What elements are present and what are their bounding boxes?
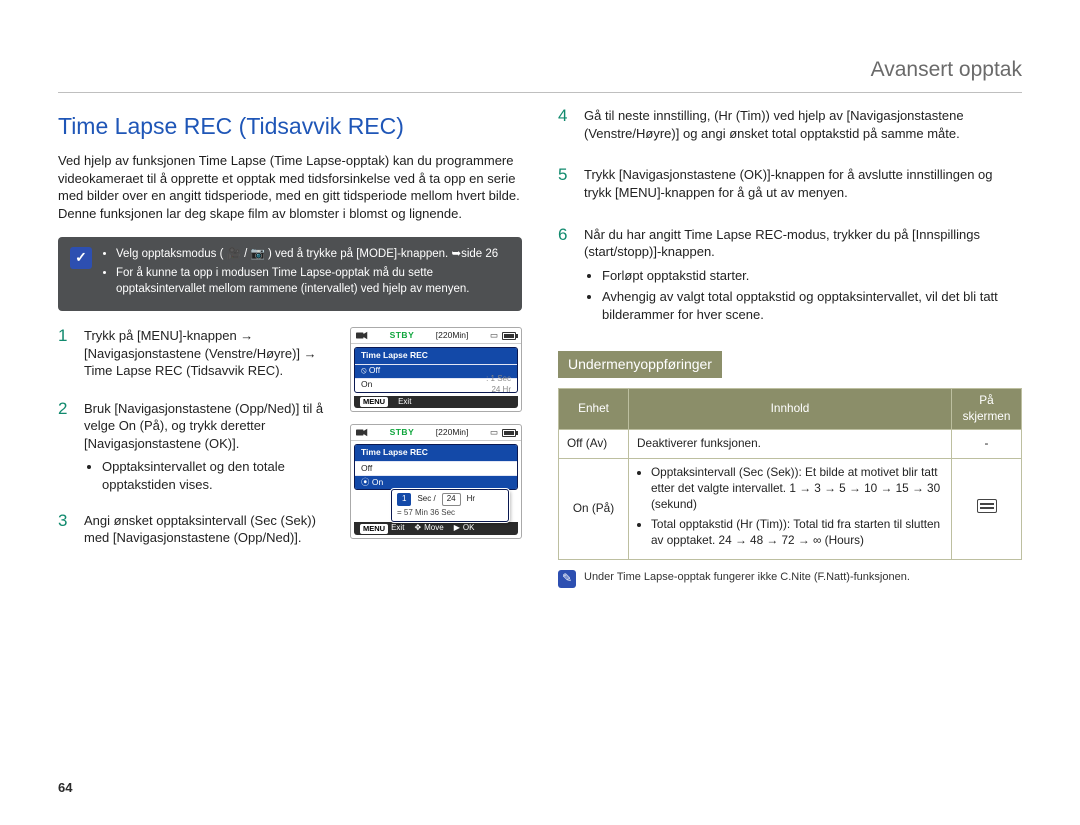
footnote: ✎ Under Time Lapse-opptak fungerer ikke …: [558, 570, 1022, 588]
ok-label: OK: [463, 523, 475, 534]
menu-row-off[interactable]: Off: [355, 461, 517, 475]
table-row: Off (Av) Deaktiverer funksjonen. -: [559, 430, 1022, 459]
intro-paragraph: Ved hjelp av funksjonen Time Lapse (Time…: [58, 152, 522, 222]
menu-tag: MENU: [360, 397, 388, 407]
cell-screen: -: [952, 430, 1022, 459]
battery-icon: [502, 429, 516, 437]
page-number: 64: [58, 779, 72, 797]
note-icon: ✎: [558, 570, 576, 588]
step-number: 2: [58, 400, 74, 419]
ok-icon: ▶: [454, 523, 460, 534]
step-subtext: Forløpt opptakstid starter.: [602, 267, 1022, 285]
move-label: Move: [424, 523, 444, 534]
th-unit: Enhet: [559, 389, 629, 430]
th-onscreen: På skjermen: [952, 389, 1022, 430]
camera-screen-mockup-1: STBY [220Min] ▭ Time Lapse REC ⦸ Off: [350, 327, 522, 412]
move-icon: ✥: [414, 523, 421, 534]
cell-bullet: Total opptakstid (Hr (Tim)): Total tid f…: [651, 517, 943, 549]
camera-mode-icon: [356, 428, 368, 437]
menu-row-on[interactable]: On : 1 Sec24 Hr: [355, 378, 517, 392]
step-text: Når du har angitt Time Lapse REC-modus, …: [584, 226, 1022, 261]
cell-unit: Off (Av): [559, 430, 629, 459]
step-subtext: Avhengig av valgt total opptakstid og op…: [602, 288, 1022, 323]
interval-popup: 1 Sec / 24 Hr = 57 Min 36 Sec: [391, 489, 509, 523]
step-text: Trykk på [MENU]-knappen → [Navigasjonsta…: [84, 327, 338, 380]
menu-title: Time Lapse REC: [355, 348, 517, 363]
step-number: 5: [558, 166, 574, 185]
cell-content: Opptaksintervall (Sec (Sek)): Et bilde a…: [629, 458, 952, 559]
cell-bullet: Opptaksintervall (Sec (Sek)): Et bilde a…: [651, 465, 943, 513]
sec-label: Sec /: [417, 494, 435, 505]
sec-value[interactable]: 1: [397, 493, 411, 506]
submenu-heading: Undermenyoppføringer: [558, 351, 722, 378]
hr-label: Hr: [467, 494, 475, 505]
cell-screen: [952, 458, 1022, 559]
options-table: Enhet Innhold På skjermen Off (Av) Deakt…: [558, 388, 1022, 559]
exit-label: Exit: [391, 523, 404, 534]
cell-content: Deaktiverer funksjonen.: [629, 430, 952, 459]
menu-tag: MENU: [360, 524, 388, 534]
cell-unit: On (På): [559, 458, 629, 559]
check-icon: ✓: [70, 247, 92, 269]
camera-mode-icon: [356, 331, 368, 340]
step-text: Trykk [Navigasjonstastene (OK)]-knappen …: [584, 166, 1022, 201]
page-header-title: Avansert opptak: [871, 56, 1022, 84]
step-number: 3: [58, 512, 74, 531]
footnote-text: Under Time Lapse-opptak fungerer ikke C.…: [584, 570, 910, 585]
note-item: Velg opptaksmodus ( 🎥 / 📷 ) ved å trykke…: [116, 247, 510, 263]
step-text: Angi ønsket opptaksintervall (Sec (Sek))…: [84, 512, 338, 547]
sd-icon: ▭: [490, 427, 498, 438]
sd-icon: ▭: [490, 330, 498, 341]
note-item: For å kunne ta opp i modusen Time Lapse-…: [116, 266, 510, 297]
step-number: 4: [558, 107, 574, 126]
mode-note-box: ✓ Velg opptaksmodus ( 🎥 / 📷 ) ved å tryk…: [58, 237, 522, 312]
step-number: 1: [58, 327, 74, 346]
stby-label: STBY: [390, 427, 415, 438]
hr-value[interactable]: 24: [442, 493, 461, 506]
exit-label: Exit: [398, 397, 411, 408]
rec-time: [220Min]: [436, 330, 469, 341]
step-text: Gå til neste innstilling, (Hr (Tim)) ved…: [584, 107, 1022, 142]
table-row: On (På) Opptaksintervall (Sec (Sek)): Et…: [559, 458, 1022, 559]
step-text: Bruk [Navigasjonstastene (Opp/Ned)] til …: [84, 400, 338, 453]
rec-time: [220Min]: [436, 427, 469, 438]
menu-title: Time Lapse REC: [355, 445, 517, 460]
step-number: 6: [558, 226, 574, 245]
th-content: Innhold: [629, 389, 952, 430]
menu-row-on[interactable]: ⦿ On: [355, 475, 517, 489]
camera-screen-mockup-2: STBY [220Min] ▭ Time Lapse REC Off ⦿ On: [350, 424, 522, 539]
total-time: = 57 Min 36 Sec: [397, 508, 503, 519]
stby-label: STBY: [390, 330, 415, 341]
step-subtext: Opptaksintervallet og den totale opptaks…: [102, 458, 338, 493]
section-heading: Time Lapse REC (Tidsavvik REC): [58, 111, 522, 142]
battery-icon: [502, 332, 516, 340]
timelapse-screen-icon: [977, 499, 997, 513]
